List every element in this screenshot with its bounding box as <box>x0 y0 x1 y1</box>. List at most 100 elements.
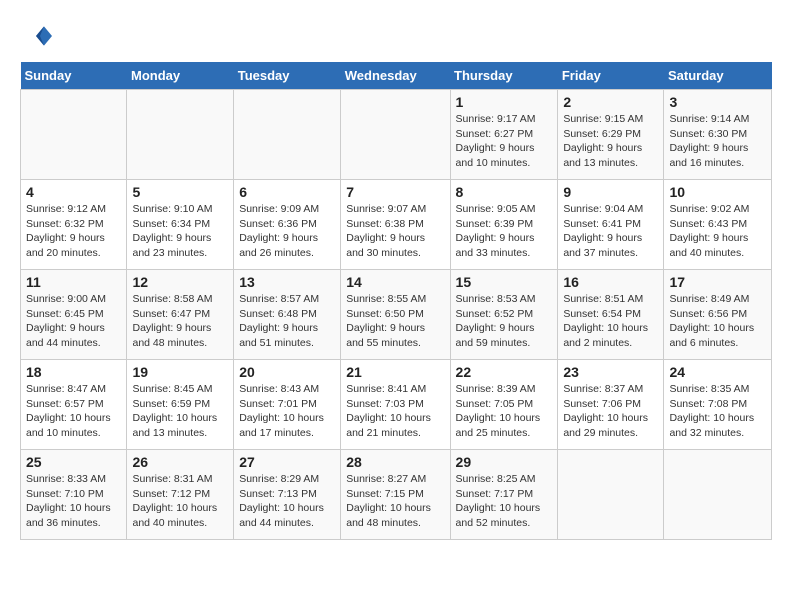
day-number: 6 <box>239 184 335 200</box>
day-number: 22 <box>456 364 553 380</box>
day-info: Sunrise: 9:05 AM Sunset: 6:39 PM Dayligh… <box>456 202 553 261</box>
day-info: Sunrise: 9:10 AM Sunset: 6:34 PM Dayligh… <box>132 202 228 261</box>
day-number: 29 <box>456 454 553 470</box>
day-number: 24 <box>669 364 766 380</box>
calendar-cell <box>558 450 664 540</box>
day-info: Sunrise: 9:09 AM Sunset: 6:36 PM Dayligh… <box>239 202 335 261</box>
day-info: Sunrise: 9:14 AM Sunset: 6:30 PM Dayligh… <box>669 112 766 171</box>
calendar-week-row: 18Sunrise: 8:47 AM Sunset: 6:57 PM Dayli… <box>21 360 772 450</box>
header <box>20 20 772 52</box>
calendar-cell: 13 Sunrise: 8:57 AM Sunset: 6:48 PM Dayli… <box>234 270 341 360</box>
day-number: 1 <box>456 94 553 110</box>
day-info: Sunrise: 8:31 AM Sunset: 7:12 PM Dayligh… <box>132 472 228 531</box>
day-number: 20 <box>239 364 335 380</box>
calendar-cell: 3Sunrise: 9:14 AM Sunset: 6:30 PM Daylig… <box>664 90 772 180</box>
day-number: 18 <box>26 364 121 380</box>
day-number: 21 <box>346 364 444 380</box>
day-number: 17 <box>669 274 766 290</box>
day-info: Sunrise: 9:17 AM Sunset: 6:27 PM Dayligh… <box>456 112 553 171</box>
day-number: 14 <box>346 274 444 290</box>
calendar-cell <box>21 90 127 180</box>
day-info: Sunrise: 8:29 AM Sunset: 7:13 PM Dayligh… <box>239 472 335 531</box>
calendar-cell: 26 Sunrise: 8:31 AM Sunset: 7:12 PM Dayli… <box>127 450 234 540</box>
day-number: 27 <box>239 454 335 470</box>
calendar-cell: 23 Sunrise: 8:37 AM Sunset: 7:06 PM Dayli… <box>558 360 664 450</box>
calendar-cell: 15 Sunrise: 8:53 AM Sunset: 6:52 PM Dayli… <box>450 270 558 360</box>
column-header-tuesday: Tuesday <box>234 62 341 90</box>
day-info: Sunrise: 8:43 AM Sunset: 7:01 PM Dayligh… <box>239 382 335 441</box>
calendar-week-row: 1 Sunrise: 9:17 AM Sunset: 6:27 PM Daylig… <box>21 90 772 180</box>
calendar-cell: 2 Sunrise: 9:15 AM Sunset: 6:29 PM Daylig… <box>558 90 664 180</box>
calendar-cell: 20 Sunrise: 8:43 AM Sunset: 7:01 PM Dayli… <box>234 360 341 450</box>
day-info: Sunrise: 8:39 AM Sunset: 7:05 PM Dayligh… <box>456 382 553 441</box>
calendar-cell: 19 Sunrise: 8:45 AM Sunset: 6:59 PM Dayli… <box>127 360 234 450</box>
calendar-header-row: SundayMondayTuesdayWednesdayThursdayFrid… <box>21 62 772 90</box>
calendar-cell: 18Sunrise: 8:47 AM Sunset: 6:57 PM Dayli… <box>21 360 127 450</box>
calendar-cell: 29 Sunrise: 8:25 AM Sunset: 7:17 PM Dayli… <box>450 450 558 540</box>
day-info: Sunrise: 8:58 AM Sunset: 6:47 PM Dayligh… <box>132 292 228 351</box>
calendar-cell: 12 Sunrise: 8:58 AM Sunset: 6:47 PM Dayli… <box>127 270 234 360</box>
day-number: 15 <box>456 274 553 290</box>
day-info: Sunrise: 8:45 AM Sunset: 6:59 PM Dayligh… <box>132 382 228 441</box>
logo <box>20 20 56 52</box>
day-number: 25 <box>26 454 121 470</box>
logo-icon <box>20 20 52 52</box>
day-info: Sunrise: 9:04 AM Sunset: 6:41 PM Dayligh… <box>563 202 658 261</box>
day-info: Sunrise: 9:00 AM Sunset: 6:45 PM Dayligh… <box>26 292 121 351</box>
day-info: Sunrise: 8:57 AM Sunset: 6:48 PM Dayligh… <box>239 292 335 351</box>
calendar-cell: 6 Sunrise: 9:09 AM Sunset: 6:36 PM Daylig… <box>234 180 341 270</box>
day-number: 4 <box>26 184 121 200</box>
day-info: Sunrise: 9:02 AM Sunset: 6:43 PM Dayligh… <box>669 202 766 261</box>
calendar-cell: 22 Sunrise: 8:39 AM Sunset: 7:05 PM Dayli… <box>450 360 558 450</box>
day-info: Sunrise: 8:37 AM Sunset: 7:06 PM Dayligh… <box>563 382 658 441</box>
calendar-cell: 27 Sunrise: 8:29 AM Sunset: 7:13 PM Dayli… <box>234 450 341 540</box>
calendar-cell: 21 Sunrise: 8:41 AM Sunset: 7:03 PM Dayli… <box>341 360 450 450</box>
day-number: 7 <box>346 184 444 200</box>
day-number: 8 <box>456 184 553 200</box>
day-number: 23 <box>563 364 658 380</box>
calendar-cell: 4 Sunrise: 9:12 AM Sunset: 6:32 PM Daylig… <box>21 180 127 270</box>
day-number: 16 <box>563 274 658 290</box>
day-info: Sunrise: 9:15 AM Sunset: 6:29 PM Dayligh… <box>563 112 658 171</box>
day-number: 5 <box>132 184 228 200</box>
column-header-wednesday: Wednesday <box>341 62 450 90</box>
day-number: 13 <box>239 274 335 290</box>
calendar-week-row: 25 Sunrise: 8:33 AM Sunset: 7:10 PM Dayli… <box>21 450 772 540</box>
column-header-thursday: Thursday <box>450 62 558 90</box>
calendar-cell: 5 Sunrise: 9:10 AM Sunset: 6:34 PM Daylig… <box>127 180 234 270</box>
calendar-cell: 24 Sunrise: 8:35 AM Sunset: 7:08 PM Dayli… <box>664 360 772 450</box>
day-number: 2 <box>563 94 658 110</box>
calendar-week-row: 11 Sunrise: 9:00 AM Sunset: 6:45 PM Dayli… <box>21 270 772 360</box>
column-header-friday: Friday <box>558 62 664 90</box>
day-info: Sunrise: 8:33 AM Sunset: 7:10 PM Dayligh… <box>26 472 121 531</box>
day-info: Sunrise: 8:51 AM Sunset: 6:54 PM Dayligh… <box>563 292 658 351</box>
calendar-cell: 10Sunrise: 9:02 AM Sunset: 6:43 PM Dayli… <box>664 180 772 270</box>
day-number: 26 <box>132 454 228 470</box>
day-number: 11 <box>26 274 121 290</box>
day-info: Sunrise: 9:12 AM Sunset: 6:32 PM Dayligh… <box>26 202 121 261</box>
calendar-cell: 17Sunrise: 8:49 AM Sunset: 6:56 PM Dayli… <box>664 270 772 360</box>
day-number: 19 <box>132 364 228 380</box>
calendar-cell: 8 Sunrise: 9:05 AM Sunset: 6:39 PM Daylig… <box>450 180 558 270</box>
day-number: 28 <box>346 454 444 470</box>
day-number: 12 <box>132 274 228 290</box>
column-header-sunday: Sunday <box>21 62 127 90</box>
day-number: 9 <box>563 184 658 200</box>
calendar-cell: 14Sunrise: 8:55 AM Sunset: 6:50 PM Dayli… <box>341 270 450 360</box>
calendar-cell <box>664 450 772 540</box>
calendar-cell <box>341 90 450 180</box>
calendar-cell: 16 Sunrise: 8:51 AM Sunset: 6:54 PM Dayli… <box>558 270 664 360</box>
calendar-cell: 11 Sunrise: 9:00 AM Sunset: 6:45 PM Dayli… <box>21 270 127 360</box>
column-header-saturday: Saturday <box>664 62 772 90</box>
calendar-cell: 25 Sunrise: 8:33 AM Sunset: 7:10 PM Dayli… <box>21 450 127 540</box>
day-info: Sunrise: 8:35 AM Sunset: 7:08 PM Dayligh… <box>669 382 766 441</box>
day-info: Sunrise: 9:07 AM Sunset: 6:38 PM Dayligh… <box>346 202 444 261</box>
column-header-monday: Monday <box>127 62 234 90</box>
calendar-cell <box>127 90 234 180</box>
day-info: Sunrise: 8:27 AM Sunset: 7:15 PM Dayligh… <box>346 472 444 531</box>
day-info: Sunrise: 8:41 AM Sunset: 7:03 PM Dayligh… <box>346 382 444 441</box>
day-info: Sunrise: 8:53 AM Sunset: 6:52 PM Dayligh… <box>456 292 553 351</box>
calendar-cell: 9 Sunrise: 9:04 AM Sunset: 6:41 PM Daylig… <box>558 180 664 270</box>
day-info: Sunrise: 8:25 AM Sunset: 7:17 PM Dayligh… <box>456 472 553 531</box>
calendar-cell <box>234 90 341 180</box>
